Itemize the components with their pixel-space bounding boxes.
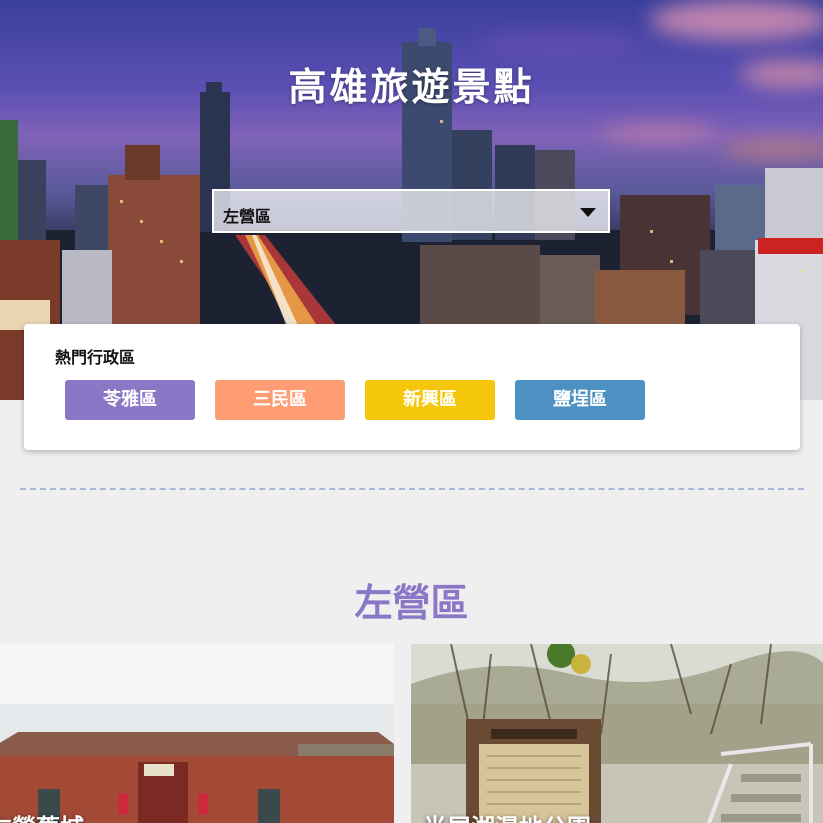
spot-name: 左營舊城 [0, 808, 84, 823]
district-select-value: 左營區 [223, 207, 272, 226]
spot-card[interactable]: 半屏湖濕地公園 [411, 644, 823, 823]
district-chip[interactable]: 鹽埕區 [515, 380, 645, 420]
section-title: 左營區 [354, 581, 469, 625]
section-divider [20, 488, 804, 490]
popular-districts-panel: 熱門行政區 苓雅區 三民區 新興區 鹽埕區 [24, 324, 800, 450]
spot-card[interactable]: 左營舊城 [0, 644, 394, 823]
district-chip[interactable]: 新興區 [365, 380, 495, 420]
district-chip[interactable]: 三民區 [215, 380, 345, 420]
district-select[interactable]: 左營區 [212, 189, 610, 233]
spot-photo [0, 644, 394, 823]
page: 高雄旅遊景點 左營區 熱門行政區 苓雅區 三民區 新興區 鹽埕區 左營區 [0, 0, 823, 823]
popular-districts-title: 熱門行政區 [55, 348, 136, 367]
spot-photo [411, 644, 823, 823]
spot-name: 半屏湖濕地公園 [423, 808, 591, 823]
chevron-down-icon [580, 208, 596, 217]
district-chip[interactable]: 苓雅區 [65, 380, 195, 420]
page-title: 高雄旅遊景點 [288, 65, 535, 109]
